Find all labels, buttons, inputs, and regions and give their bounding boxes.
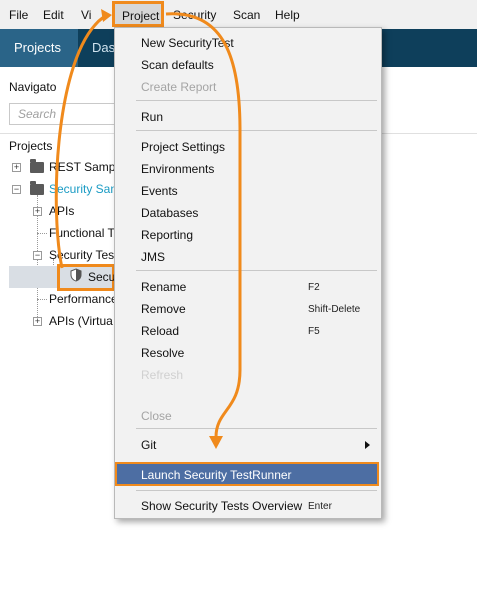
tree-line — [37, 233, 47, 234]
menu-item-databases[interactable]: Databases — [141, 206, 198, 220]
menu-item-resolve[interactable]: Resolve — [141, 346, 184, 360]
menu-item-refresh[interactable]: Refresh — [141, 368, 183, 382]
menu-separator — [136, 270, 377, 271]
menu-help[interactable]: Help — [275, 8, 300, 22]
menu-item-new-security-test[interactable]: New SecurityTest — [141, 36, 234, 50]
tree-line — [37, 299, 47, 300]
tree-item-apis-virtual[interactable]: APIs (Virtua — [49, 314, 113, 328]
submenu-arrow-icon — [365, 441, 370, 449]
tree-item-security-test[interactable]: Secu — [88, 270, 115, 284]
menu-item-launch-security-testrunner[interactable]: Launch Security TestRunner — [115, 462, 379, 486]
menu-separator — [136, 428, 377, 429]
menu-edit[interactable]: Edit — [43, 8, 64, 22]
shortcut-remove: Shift-Delete — [308, 304, 361, 315]
tree-item-security-tests[interactable]: Security Tes — [49, 248, 114, 262]
tree-item-functional-tests[interactable]: Functional T — [49, 226, 115, 240]
menu-item-show-overview[interactable]: Show Security Tests Overview — [141, 499, 302, 513]
collapse-icon[interactable]: − — [12, 185, 21, 194]
menu-item-jms[interactable]: JMS — [141, 250, 165, 264]
search-placeholder: Search — [18, 107, 57, 121]
menu-item-project-settings[interactable]: Project Settings — [141, 140, 225, 154]
menu-project-label: Project — [122, 9, 160, 23]
project-dropdown-menu: New SecurityTest Scan defaults Create Re… — [114, 27, 382, 519]
menu-item-close[interactable]: Close — [141, 409, 172, 423]
collapse-icon[interactable]: − — [33, 251, 42, 260]
menu-view[interactable]: Vi — [81, 8, 91, 22]
tree-item-performance[interactable]: Performance — [49, 292, 118, 306]
folder-icon — [30, 181, 44, 195]
shield-icon — [70, 268, 82, 282]
tab-projects-label: Projects — [14, 40, 61, 55]
menu-item-git[interactable]: Git — [141, 438, 156, 452]
menu-file[interactable]: File — [9, 8, 28, 22]
menubar: File Edit Vi Project Security Scan Help — [0, 0, 477, 29]
menu-scan[interactable]: Scan — [233, 8, 260, 22]
shortcut-reload: F5 — [308, 326, 320, 337]
menu-item-reload[interactable]: Reload — [141, 324, 179, 338]
menu-security[interactable]: Security — [173, 8, 216, 22]
menu-item-run[interactable]: Run — [141, 110, 163, 124]
menu-item-create-report[interactable]: Create Report — [141, 80, 216, 94]
navigator-title: Navigato — [9, 80, 57, 94]
menu-item-events[interactable]: Events — [141, 184, 178, 198]
tree-item-security-sample[interactable]: Security San — [49, 182, 117, 196]
menu-item-rename[interactable]: Rename — [141, 280, 186, 294]
menu-project[interactable]: Project — [112, 1, 164, 27]
menu-item-scan-defaults[interactable]: Scan defaults — [141, 58, 214, 72]
menu-separator — [136, 130, 377, 131]
tree-item-apis[interactable]: APIs — [49, 204, 74, 218]
menu-item-remove[interactable]: Remove — [141, 302, 186, 316]
shortcut-rename: F2 — [308, 282, 320, 293]
tree-item-rest-sample[interactable]: REST Sampl — [49, 160, 118, 174]
expand-icon[interactable]: + — [33, 317, 42, 326]
launch-label: Launch Security TestRunner — [141, 468, 292, 482]
tab-dashboard[interactable]: Das — [92, 40, 115, 55]
menu-item-reporting[interactable]: Reporting — [141, 228, 193, 242]
tab-projects[interactable]: Projects — [0, 29, 78, 67]
shortcut-overview: Enter — [308, 501, 332, 512]
menu-item-environments[interactable]: Environments — [141, 162, 214, 176]
menu-separator — [136, 100, 377, 101]
projects-label: Projects — [9, 139, 53, 153]
expand-icon[interactable]: + — [33, 207, 42, 216]
folder-icon — [30, 159, 44, 173]
expand-icon[interactable]: + — [12, 163, 21, 172]
menu-separator — [136, 490, 377, 491]
